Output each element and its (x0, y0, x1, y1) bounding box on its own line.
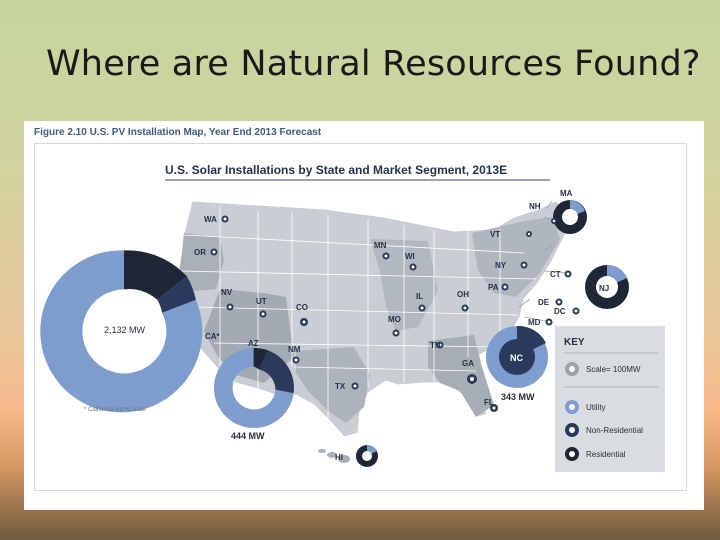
map-title: U.S. Solar Installations by State and Ma… (165, 163, 507, 177)
marker-ny (520, 261, 528, 269)
marker-pa (501, 283, 509, 291)
label-md: MD (528, 318, 541, 327)
slide-title: Where are Natural Resources Found? (46, 44, 701, 84)
label-wi: WI (405, 252, 415, 261)
marker-wi (409, 263, 417, 271)
marker-mn (382, 252, 390, 260)
marker-nm (292, 356, 300, 364)
donut-massachusetts (553, 200, 587, 234)
label-nj: NJ (599, 284, 609, 293)
marker-mo (392, 329, 400, 337)
key-item-nonresidential: Non-Residential (586, 426, 643, 435)
key-utility-icon (565, 400, 579, 414)
label-il: IL (416, 292, 423, 301)
label-pa: PA (488, 283, 499, 292)
label-de: DE (538, 298, 550, 307)
label-fl: FL (484, 398, 494, 407)
donut-hawaii (356, 444, 378, 467)
label-ga: GA (462, 359, 474, 368)
figure-image: Figure 2.10 U.S. PV Installation Map, Ye… (24, 121, 704, 510)
marker-or (210, 248, 218, 256)
label-wa: WA (204, 215, 217, 224)
label-nh: NH (529, 202, 541, 211)
label-california-mw: 2,132 MW (104, 325, 146, 335)
label-ut: UT (256, 297, 267, 306)
marker-ut (259, 310, 267, 318)
key-residential-icon (565, 447, 579, 461)
label-nc-mw: 343 MW (501, 392, 535, 402)
label-or: OR (194, 248, 206, 257)
label-ca: CA* (205, 332, 221, 341)
label-nm: NM (288, 345, 301, 354)
marker-ct (564, 270, 572, 278)
key-item-scale: Scale= 100MW (586, 365, 641, 374)
label-ct: CT (550, 270, 561, 279)
label-vt: VT (490, 230, 500, 239)
label-mn: MN (374, 241, 387, 250)
marker-ga (467, 374, 477, 384)
label-ma: MA (560, 189, 573, 198)
label-az: AZ (248, 339, 259, 348)
key-title: KEY (564, 337, 585, 348)
key-panel: KEY Scale= 100MW Utility Non-Residential… (555, 326, 665, 472)
label-hi: HI (335, 453, 343, 462)
label-ny: NY (495, 261, 507, 270)
key-nonresidential-icon (565, 423, 579, 437)
marker-il (418, 304, 426, 312)
label-mo: MO (388, 315, 401, 324)
key-item-residential: Residential (586, 450, 626, 459)
marker-wa (221, 215, 229, 223)
label-oh: OH (457, 290, 469, 299)
label-nc: NC (510, 353, 523, 363)
marker-nv (226, 303, 234, 311)
marker-md (545, 318, 553, 326)
label-tn: TN (430, 341, 441, 350)
label-arizona-mw: 444 MW (231, 431, 265, 441)
hawaii-islands (318, 449, 350, 463)
key-item-utility: Utility (586, 403, 606, 412)
label-co: CO (296, 303, 308, 312)
marker-vt (526, 231, 532, 237)
marker-oh (461, 304, 469, 312)
marker-tx (351, 382, 359, 390)
marker-co (300, 318, 308, 326)
label-nv: NV (221, 288, 233, 297)
marker-nh (551, 218, 557, 224)
marker-de (555, 298, 563, 306)
label-dc: DC (554, 307, 566, 316)
solar-map-svg: U.S. Solar Installations by State and Ma… (40, 163, 665, 472)
marker-dc (572, 307, 580, 315)
label-tx: TX (335, 382, 346, 391)
key-scale-icon (565, 362, 579, 376)
footnote: * California not to scale (84, 407, 146, 413)
